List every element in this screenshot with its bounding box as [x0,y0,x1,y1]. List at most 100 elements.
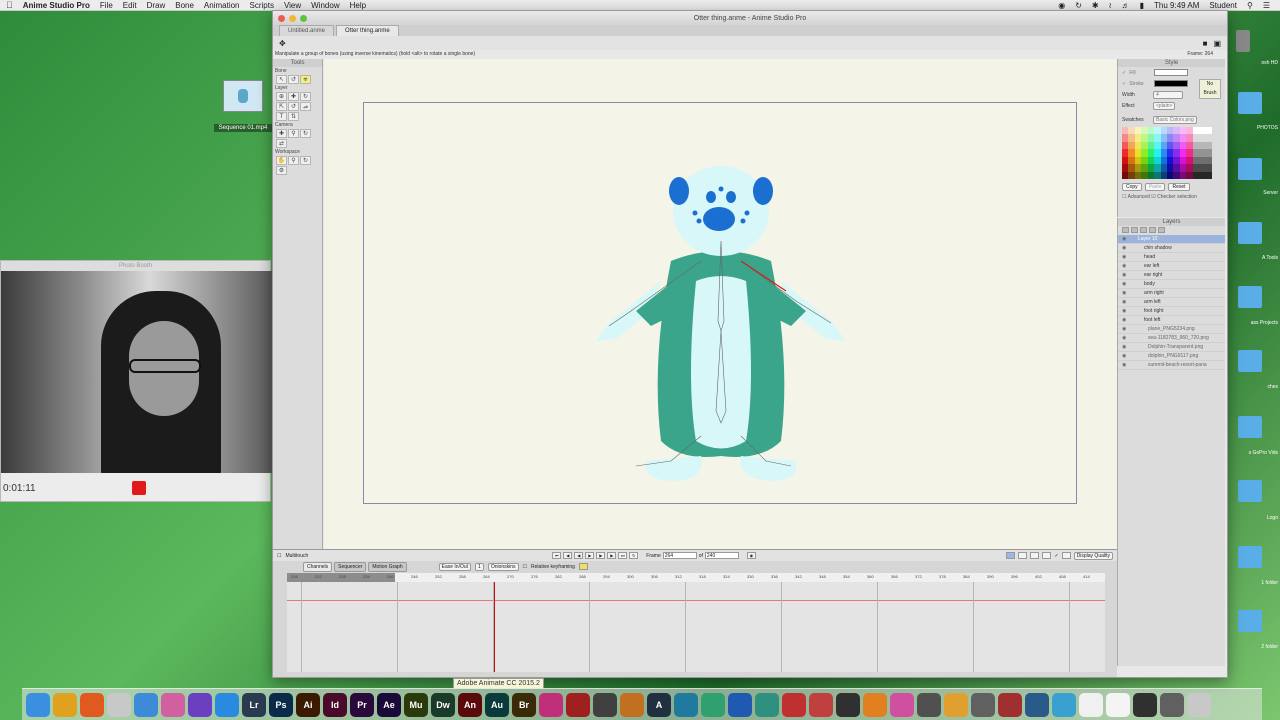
palette-swatch[interactable] [1205,171,1212,179]
dock-trash-icon[interactable] [1187,692,1211,717]
visibility-eye-icon[interactable]: ◉ [1122,245,1130,251]
folder-icon[interactable] [1238,480,1262,502]
layer-row[interactable]: ◉ foot right [1118,307,1225,316]
folder-icon[interactable] [1238,416,1262,438]
zoom-camera-tool[interactable]: ⚲ [288,129,299,138]
canvas-area[interactable] [324,59,1117,549]
scale-layer-tool[interactable]: ⇱ [276,102,287,111]
duplicate-layer-icon[interactable] [1131,227,1138,233]
set-origin-tool[interactable]: ⊕ [276,92,287,101]
layer-row[interactable]: ◉ sea-1182783_960_720.png [1118,334,1225,343]
layer-row[interactable]: ◉ chin shadow [1118,244,1225,253]
dock-app-j-icon[interactable] [944,692,968,717]
visibility-eye-icon[interactable]: ◉ [1122,272,1130,278]
tab-channels[interactable]: Channels [303,561,333,572]
dock-app-d-icon[interactable] [728,692,752,717]
roll-camera-tool[interactable]: ↻ [300,129,311,138]
visibility-eye-icon[interactable]: ◉ [1122,281,1130,287]
dock-bridge-icon[interactable]: Br [512,692,536,717]
new-layer-icon[interactable] [1122,227,1129,233]
user-name[interactable]: Student [1209,1,1237,10]
stroke-color-swatch[interactable] [1154,80,1189,87]
view-split-icon[interactable] [1018,552,1028,559]
dock-disc-icon[interactable] [566,692,590,717]
dock-itunes-icon[interactable] [890,692,914,717]
text-tool[interactable]: T [276,112,287,121]
camera-frame[interactable] [363,102,1077,504]
dock-app-o-icon[interactable] [1079,692,1103,717]
palette-swatch[interactable] [1205,134,1212,142]
checker-toggle-icon[interactable]: ✓ [1054,553,1058,559]
dock-unity-icon[interactable] [836,692,860,717]
dock-textedit-icon[interactable] [107,692,131,717]
menu-edit[interactable]: Edit [123,1,137,10]
folder-icon[interactable] [1238,546,1262,568]
menu-bone[interactable]: Bone [175,1,194,10]
sync-icon[interactable]: ↻ [1075,1,1082,10]
volume-icon[interactable]: ♬ [1122,1,1130,10]
dock-finder-icon[interactable] [26,692,50,717]
effect-select[interactable]: <plain> [1153,101,1176,110]
step-forward-button[interactable]: ▶ [607,552,617,559]
layer-row[interactable]: ◉ Layer 10 [1118,235,1225,244]
dock-davinci-icon[interactable] [539,692,563,717]
total-frames-field[interactable]: 240 [704,552,739,559]
dock-safari-icon[interactable] [215,692,239,717]
width-field[interactable]: 4 [1153,90,1183,99]
select-bone-tool[interactable]: ↖ [276,75,287,84]
layer-row[interactable]: ◉ ear right [1118,271,1225,280]
dock-indesign-icon[interactable]: Id [323,692,347,717]
delete-layer-icon[interactable] [1140,227,1147,233]
visibility-eye-icon[interactable]: ◉ [1122,263,1130,269]
dock-chrome-icon[interactable] [53,692,77,717]
dock-keynote-icon[interactable] [134,692,158,717]
stroke-checkbox[interactable]: ✓ [1122,81,1126,87]
tab-motion-graph[interactable]: Motion Graph [368,561,407,572]
display-quality-select[interactable]: Display Quality [1073,551,1113,560]
rewind-button[interactable]: ⏮ [552,552,562,559]
layer-row[interactable]: ◉ arm right [1118,289,1225,298]
prev-key-button[interactable]: ◀ [574,552,584,559]
layer-row[interactable]: ◉ body [1118,280,1225,289]
tab-untitled[interactable]: Untitled.anme [279,25,335,36]
menu-window[interactable]: Window [311,1,339,10]
dock-app-a-icon[interactable]: A [647,692,671,717]
layer-row[interactable]: ◉ dolphin_PNG9117.png [1118,352,1225,361]
dock-imovie-icon[interactable] [188,692,212,717]
dock-app-l-icon[interactable] [998,692,1022,717]
dock-photoshop-icon[interactable]: Ps [269,692,293,717]
folder-icon[interactable] [1238,350,1262,372]
menu-scripts[interactable]: Scripts [250,1,274,10]
menu-help[interactable]: Help [350,1,366,10]
rotate-layer-tool[interactable]: ↻ [300,92,311,101]
layer-row[interactable]: ◉ plane_PNG5234.png [1118,325,1225,334]
fullscreen-icon[interactable] [1061,552,1071,559]
dock-firefox-icon[interactable] [80,692,104,717]
hand-tool[interactable]: ✋ [276,156,287,165]
layer-row[interactable]: ◉ arm left [1118,298,1225,307]
play-button[interactable]: ▶ [585,552,595,559]
notification-icon[interactable]: ☰ [1263,1,1270,10]
switch-layer-tool[interactable]: ⇅ [288,112,299,121]
folder-icon[interactable] [1238,222,1262,244]
dock-pen-icon[interactable] [620,692,644,717]
layer-settings-icon[interactable] [1149,227,1156,233]
layer-row[interactable]: ◉ summit-beach-resort-pana [1118,361,1225,370]
dock-app-n-icon[interactable] [1052,692,1076,717]
drive-icon[interactable] [1236,30,1250,52]
dock-illustrator-icon[interactable]: Ai [296,692,320,717]
dock-app-e-icon[interactable] [755,692,779,717]
dock-premiere-icon[interactable]: Pr [350,692,374,717]
shear-tool[interactable]: ⥄ [300,102,311,111]
dock-app-g-icon[interactable] [809,692,833,717]
dock-app-i-icon[interactable] [917,692,941,717]
menu-view[interactable]: View [284,1,301,10]
dock-after-effects-icon[interactable]: Ae [377,692,401,717]
dock-app-p-icon[interactable] [1106,692,1130,717]
record-icon[interactable]: ◉ [1058,1,1065,10]
checker-checkbox[interactable]: ☑ [1151,194,1155,200]
visibility-eye-icon[interactable]: ◉ [1122,326,1130,332]
folder-icon[interactable] [1238,610,1262,632]
palette-swatch[interactable] [1205,156,1212,165]
visibility-eye-icon[interactable]: ◉ [1122,254,1130,260]
